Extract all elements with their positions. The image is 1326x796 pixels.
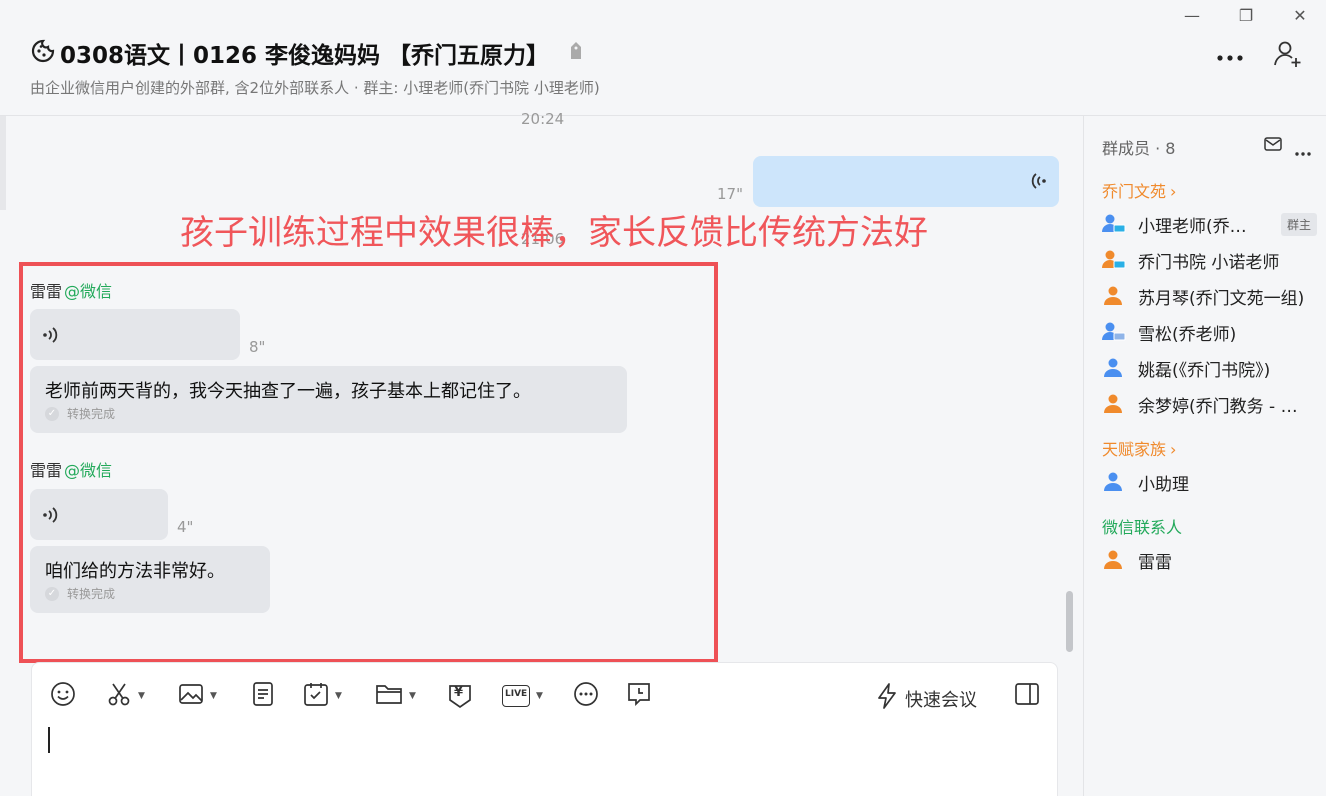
chevron-right-icon: › — [1170, 182, 1177, 201]
member-name: 苏月琴(乔门文苑一组) — [1138, 288, 1305, 309]
toggle-sidebar-button[interactable] — [1014, 683, 1040, 709]
person-icon — [1102, 357, 1124, 379]
dropdown-arrow-icon[interactable]: ▼ — [536, 691, 543, 701]
member-item[interactable]: 余梦婷(乔门教务 - 小婷) — [1102, 391, 1317, 417]
sidebar-panel-icon — [1014, 682, 1040, 710]
live-icon: LIVE — [502, 685, 530, 707]
member-item[interactable]: 姚磊(《乔门书院》) — [1102, 355, 1317, 381]
person-icon — [1102, 549, 1124, 571]
emoji-icon — [50, 681, 76, 711]
member-item[interactable]: 小理老师(乔门书院 小理老师) 群主 — [1102, 211, 1317, 237]
owner-badge: 群主 — [1280, 212, 1317, 236]
close-button[interactable]: ✕ — [1288, 6, 1312, 25]
group-label: 微信联系人 — [1102, 518, 1183, 537]
screenshot-button[interactable]: ▼ — [106, 683, 145, 709]
highlight-box — [19, 262, 718, 663]
title-row: 0308语文丨0126 李俊逸妈妈 【乔门五原力】 — [30, 36, 583, 70]
yuan-symbol: ¥ — [454, 685, 464, 700]
member-name: 雷雷 — [1138, 552, 1172, 573]
folder-icon — [375, 681, 403, 711]
voice-duration-outgoing: 17" — [717, 185, 743, 203]
add-member-button[interactable] — [1272, 40, 1304, 72]
page-title: 0308语文丨0126 李俊逸妈妈 【乔门五原力】 — [60, 43, 550, 69]
message-composer[interactable]: ▼ ▼ ▼ ▼ ¥ LIVE ▼ 快速会议 — [31, 662, 1058, 796]
more-circle-icon — [573, 681, 599, 711]
person-icon — [1102, 393, 1124, 415]
member-name: 小助理 — [1138, 474, 1189, 495]
calendar-check-icon — [303, 681, 329, 711]
more-tools-button[interactable] — [573, 681, 599, 711]
image-icon — [178, 681, 204, 711]
group-subtitle: 由企业微信用户创建的外部群, 含2位外部联系人 · 群主: 小理老师(乔门书院 … — [30, 79, 600, 97]
member-item[interactable]: 小助理 — [1102, 469, 1317, 495]
emoji-button[interactable] — [50, 681, 76, 711]
scissors-icon — [106, 681, 132, 711]
member-sidebar: 群成员 · 8 乔门文苑› 小理老师(乔门书院 小理老师) 群主 乔门书院 小诺… — [1083, 116, 1326, 796]
chevron-right-icon: › — [1170, 440, 1177, 459]
person-pc-icon — [1102, 321, 1126, 343]
member-item[interactable]: 苏月琴(乔门文苑一组) — [1102, 283, 1317, 309]
member-name: 雪松(乔老师) — [1138, 324, 1237, 345]
member-name: 余梦婷(乔门教务 - 小婷) — [1138, 396, 1308, 417]
dropdown-arrow-icon[interactable]: ▼ — [409, 691, 416, 701]
dropdown-arrow-icon[interactable]: ▼ — [138, 691, 145, 701]
history-button[interactable] — [626, 683, 652, 709]
lightning-icon — [877, 683, 897, 714]
group-label: 天赋家族 — [1102, 440, 1167, 459]
voice-bubble-outgoing[interactable] — [753, 156, 1059, 207]
mail-icon[interactable] — [1264, 136, 1282, 156]
text-caret — [48, 727, 50, 753]
dropdown-arrow-icon[interactable]: ▼ — [210, 691, 217, 701]
person-icon — [1102, 471, 1124, 493]
image-button[interactable]: ▼ — [178, 683, 217, 709]
live-button[interactable]: LIVE ▼ — [502, 683, 543, 709]
member-name: 小理老师(乔门书院 小理老师) — [1138, 216, 1250, 237]
quick-meeting-label: 快速会议 — [905, 689, 977, 711]
red-packet-button[interactable]: ¥ — [447, 683, 473, 709]
file-button[interactable]: ▼ — [375, 683, 416, 709]
maximize-button[interactable]: ❐ — [1234, 6, 1258, 25]
schedule-button[interactable]: ▼ — [303, 683, 342, 709]
group-tianfu-jiazu[interactable]: 天赋家族 › — [1102, 436, 1176, 460]
person-pc-icon — [1102, 249, 1126, 271]
member-more-icon[interactable] — [1294, 142, 1312, 161]
group-wechat-contacts: 微信联系人 — [1102, 514, 1182, 538]
dropdown-arrow-icon[interactable]: ▼ — [335, 691, 342, 701]
members-count: 群成员 · 8 — [1102, 139, 1176, 158]
quick-meeting-button[interactable]: 快速会议 — [877, 683, 977, 714]
cookie-icon — [30, 38, 56, 68]
minimize-button[interactable]: — — [1180, 6, 1204, 25]
member-name: 姚磊(《乔门书院》) — [1138, 360, 1271, 381]
member-item[interactable]: 乔门书院 小诺老师 — [1102, 247, 1317, 273]
lock-tag-icon — [569, 41, 583, 65]
add-person-icon — [1273, 39, 1303, 73]
annotation-caption: 孩子训练过程中效果很棒，家长反馈比传统方法好 — [180, 213, 928, 253]
timestamp-top: 20:24 — [521, 110, 565, 128]
document-button[interactable] — [250, 681, 276, 711]
group-label: 乔门文苑 — [1102, 182, 1167, 201]
member-name: 乔门书院 小诺老师 — [1138, 252, 1280, 273]
group-qiaomen-wenyuan[interactable]: 乔门文苑 › — [1102, 178, 1176, 202]
member-item[interactable]: 雪松(乔老师) — [1102, 319, 1317, 345]
document-icon — [250, 681, 276, 711]
message-clock-icon — [626, 681, 652, 711]
member-item[interactable]: 雷雷 — [1102, 547, 1317, 573]
person-icon — [1102, 285, 1124, 307]
red-packet-icon: ¥ — [447, 683, 473, 709]
person-pc-icon — [1102, 213, 1126, 235]
voice-wave-icon — [1029, 171, 1047, 195]
chat-header: 0308语文丨0126 李俊逸妈妈 【乔门五原力】 由企业微信用户创建的外部群,… — [0, 0, 1326, 116]
live-text: LIVE — [505, 689, 528, 699]
chat-scrollbar[interactable] — [1066, 591, 1073, 652]
more-options-button[interactable] — [1214, 40, 1246, 72]
more-icon — [1216, 47, 1244, 66]
